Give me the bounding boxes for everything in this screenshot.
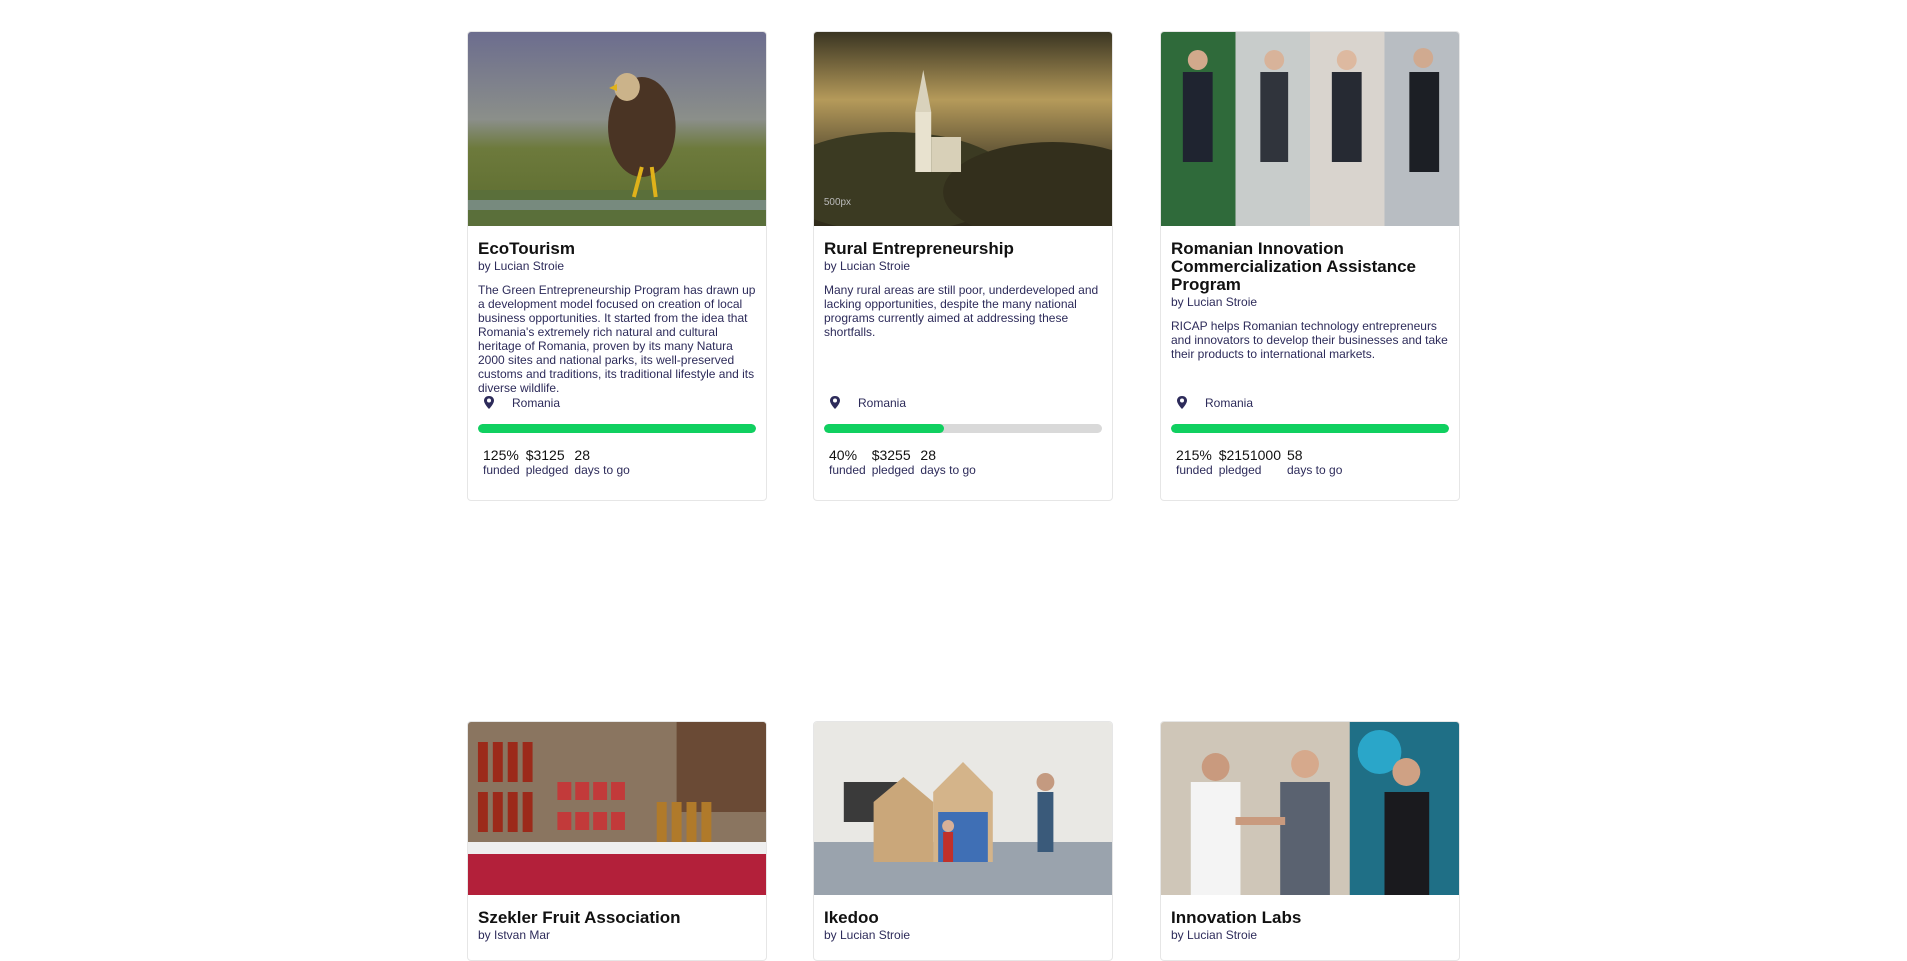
days-label: days to go: [574, 463, 630, 477]
pledged-value: $3125: [525, 447, 565, 463]
funded-label: funded: [483, 463, 520, 477]
project-location: Romania: [1171, 395, 1449, 411]
project-title[interactable]: Rural Entrepreneurship: [824, 240, 1102, 258]
days-value: 58: [1287, 447, 1303, 463]
funded-value: 215%: [1176, 447, 1212, 463]
funded-stat: 125% funded: [483, 448, 520, 478]
project-byline: by Istvan Mar: [478, 928, 551, 942]
funding-progress-bar: [1171, 424, 1449, 433]
pledged-value: $3255: [871, 447, 911, 463]
project-stats: 40% funded $3255 pledged 28 days to go: [824, 448, 1102, 500]
project-byline: by Lucian Stroie: [824, 259, 911, 273]
project-description: RICAP helps Romanian technology entrepre…: [1171, 319, 1448, 361]
project-image[interactable]: [468, 722, 766, 895]
location-label: Romania: [512, 396, 561, 410]
project-byline: by Lucian Stroie: [478, 259, 565, 273]
project-title[interactable]: Romanian Innovation Commercialization As…: [1171, 240, 1449, 294]
funded-stat: 40% funded: [829, 448, 866, 478]
project-image[interactable]: [814, 722, 1112, 895]
pledged-label: pledged: [525, 463, 569, 477]
pledged-stat: $3125 pledged: [526, 448, 569, 478]
project-location: Romania: [824, 395, 1102, 411]
pledged-stat: $2151000 pledged: [1219, 448, 1281, 478]
project-byline: by Lucian Stroie: [824, 928, 911, 942]
handshake-event-photo: [1161, 722, 1459, 895]
eagle-photo: [468, 32, 766, 226]
project-description: The Green Entrepreneurship Program has d…: [478, 283, 756, 395]
project-card[interactable]: Szekler Fruit Association by Istvan Mar: [467, 721, 767, 961]
project-title[interactable]: Innovation Labs: [1171, 909, 1449, 927]
days-label: days to go: [1287, 463, 1343, 477]
project-image[interactable]: [468, 32, 766, 226]
project-byline: by Lucian Stroie: [1171, 295, 1258, 309]
pledged-stat: $3255 pledged: [872, 448, 915, 478]
village-church-photo: 500px: [814, 32, 1112, 226]
funded-label: funded: [1176, 463, 1213, 477]
project-byline: by Lucian Stroie: [1171, 928, 1258, 942]
location-label: Romania: [1205, 396, 1254, 410]
project-card[interactable]: Ikedoo by Lucian Stroie: [813, 721, 1113, 961]
funding-progress-bar: [824, 424, 1102, 433]
funding-progress-fill: [1171, 424, 1449, 433]
project-location: Romania: [478, 395, 756, 411]
funded-value: 40%: [829, 447, 858, 463]
pledged-label: pledged: [1218, 463, 1262, 477]
location-label: Romania: [858, 396, 907, 410]
kids-playhouse-photo: [814, 722, 1112, 895]
funded-value: 125%: [483, 447, 519, 463]
jam-jars-market-photo: [468, 722, 766, 895]
map-pin-icon: [830, 396, 840, 409]
pledged-label: pledged: [871, 463, 915, 477]
project-card[interactable]: Innovation Labs by Lucian Stroie: [1160, 721, 1460, 961]
funding-progress-fill: [824, 424, 944, 433]
pledged-value: $2151000: [1218, 447, 1281, 463]
project-stats: 215% funded $2151000 pledged 58 days to …: [1171, 448, 1449, 500]
project-image[interactable]: 500px: [814, 32, 1112, 226]
project-card[interactable]: Romanian Innovation Commercialization As…: [1160, 31, 1460, 501]
map-pin-icon: [1177, 396, 1187, 409]
project-image[interactable]: [1161, 722, 1459, 895]
exoskeleton-collage-photo: [1161, 32, 1459, 226]
map-pin-icon: [484, 396, 494, 409]
project-card[interactable]: EcoTourism by Lucian Stroie The Green En…: [467, 31, 767, 501]
funded-stat: 215% funded: [1176, 448, 1213, 478]
days-stat: 28 days to go: [920, 448, 975, 478]
project-grid: EcoTourism by Lucian Stroie The Green En…: [0, 0, 1907, 961]
funding-progress-fill: [478, 424, 756, 433]
project-title[interactable]: EcoTourism: [478, 240, 756, 258]
project-image[interactable]: [1161, 32, 1459, 226]
project-stats: 125% funded $3125 pledged 28 days to go: [478, 448, 756, 500]
days-stat: 28 days to go: [574, 448, 629, 478]
project-description: Many rural areas are still poor, underde…: [824, 283, 1099, 339]
days-label: days to go: [920, 463, 976, 477]
project-title[interactable]: Szekler Fruit Association: [478, 909, 756, 927]
project-card[interactable]: 500px Rural Entrepreneurship by Lucian S…: [813, 31, 1113, 501]
image-watermark: 500px: [824, 197, 851, 208]
days-value: 28: [920, 447, 936, 463]
funding-progress-bar: [478, 424, 756, 433]
project-title[interactable]: Ikedoo: [824, 909, 1102, 927]
funded-label: funded: [829, 463, 866, 477]
days-value: 28: [574, 447, 590, 463]
days-stat: 58 days to go: [1287, 448, 1342, 478]
